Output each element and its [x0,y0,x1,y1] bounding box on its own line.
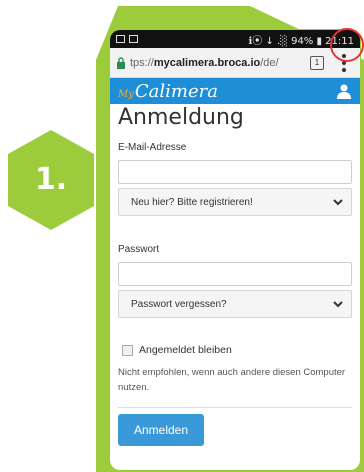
email-label: E-Mail-Adresse [118,142,187,153]
email-input[interactable] [118,160,352,184]
remember-me-label: Angemeldet bleiben [139,344,232,356]
calimera-logo[interactable]: MyCalimera [118,81,218,102]
page-title: Anmeldung [118,105,244,130]
lock-icon [117,56,125,69]
divider [118,407,352,408]
forgot-password-label: Passwort vergessen? [131,298,227,310]
screenshot-icon [129,35,138,43]
forgot-password-dropdown[interactable]: Passwort vergessen? [118,290,352,318]
remember-me-checkbox[interactable] [122,344,133,356]
status-bar: ℹ⦿ ↓ .░ 94% ▮ 21:11 [110,30,360,48]
remember-me-row[interactable]: Angemeldet bleiben [118,344,352,356]
step-number: 1. [34,162,68,197]
chevron-down-icon [333,300,343,307]
url-text[interactable]: tps://mycalimera.broca.io/de/ [130,57,306,69]
browser-url-bar[interactable]: tps://mycalimera.broca.io/de/ 1 [110,48,360,78]
register-dropdown-label: Neu hier? Bitte registrieren! [131,196,253,208]
remember-me-hint: Nicht empfohlen, wenn auch andere diesen… [118,367,346,393]
login-button[interactable]: Anmelden [118,414,204,446]
menu-highlight-ring [330,28,364,62]
password-input[interactable] [118,262,352,286]
app-header: MyCalimera [110,78,360,104]
chevron-down-icon [333,198,343,205]
login-form: Anmeldung E-Mail-Adresse Neu hier? Bitte… [110,104,360,446]
phone-screen: ℹ⦿ ↓ .░ 94% ▮ 21:11 tps://mycalimera.bro… [110,30,360,470]
status-left-icons [116,35,138,43]
register-dropdown[interactable]: Neu hier? Bitte registrieren! [118,188,352,216]
tabs-count-icon[interactable]: 1 [310,55,324,70]
gallery-icon [116,35,125,43]
password-label: Passwort [118,244,160,255]
user-icon[interactable] [336,83,352,99]
